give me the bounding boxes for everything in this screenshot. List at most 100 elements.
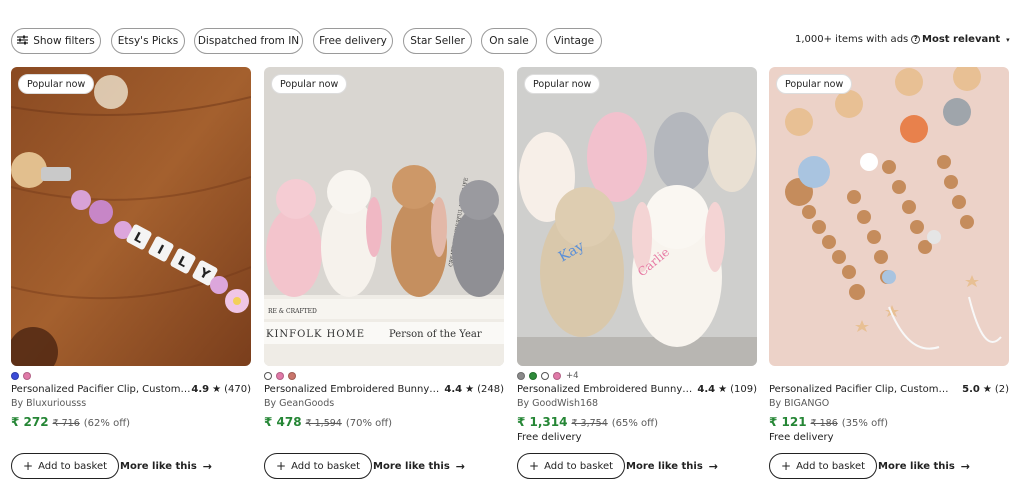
swatch[interactable] bbox=[517, 372, 525, 380]
add-to-basket-label: Add to basket bbox=[291, 460, 361, 472]
sale-price: ₹ 1,314 bbox=[517, 415, 568, 429]
product-card[interactable]: Popular now Personalized Pacifier Clip, … bbox=[769, 67, 1009, 487]
sale-price: ₹ 272 bbox=[11, 415, 49, 429]
arrow-right-icon: → bbox=[202, 460, 213, 473]
show-filters-button[interactable]: Show filters bbox=[11, 28, 101, 54]
chip-vintage[interactable]: Vintage bbox=[546, 28, 602, 54]
plus-icon: + bbox=[23, 459, 34, 473]
arrow-right-icon: → bbox=[960, 460, 971, 473]
book-spine-text: Person of the Year bbox=[389, 329, 482, 340]
product-card[interactable]: L I L Y Popular now Personalized Pacifie… bbox=[11, 67, 251, 487]
add-to-basket-button[interactable]: + Add to basket bbox=[11, 453, 120, 479]
product-image[interactable]: Kay Carlie Popular now bbox=[517, 67, 757, 366]
add-to-basket-button[interactable]: + Add to basket bbox=[264, 453, 373, 479]
more-like-this-link[interactable]: More like this → bbox=[878, 460, 970, 473]
chip-label: On sale bbox=[489, 35, 529, 47]
discount: (35% off) bbox=[841, 418, 888, 429]
plus-icon: + bbox=[781, 459, 792, 473]
chip-free-delivery[interactable]: Free delivery bbox=[313, 28, 393, 54]
info-icon[interactable]: ? bbox=[911, 35, 921, 44]
chip-on-sale[interactable]: On sale bbox=[481, 28, 537, 54]
more-like-this-link[interactable]: More like this → bbox=[626, 460, 718, 473]
rating-value: 4.9 bbox=[191, 384, 210, 395]
more-like-this-label: More like this bbox=[120, 461, 197, 472]
product-image[interactable]: L I L Y Popular now bbox=[11, 67, 251, 366]
more-like-this-link[interactable]: More like this → bbox=[373, 460, 465, 473]
price-row: ₹ 478 ₹ 1,594 (70% off) bbox=[264, 415, 392, 429]
swatch[interactable] bbox=[553, 372, 561, 380]
rating: 5.0 ★ (2) bbox=[962, 384, 1009, 395]
arrow-right-icon: → bbox=[455, 460, 466, 473]
review-count: (2) bbox=[994, 384, 1009, 395]
swatch[interactable] bbox=[288, 372, 296, 380]
discount: (65% off) bbox=[611, 418, 658, 429]
popular-badge: Popular now bbox=[776, 74, 853, 94]
chip-etsys-picks[interactable]: Etsy's Picks bbox=[111, 28, 185, 54]
chip-star-seller[interactable]: Star Seller bbox=[403, 28, 472, 54]
rating-value: 4.4 bbox=[444, 384, 463, 395]
rating: 4.9 ★ (470) bbox=[191, 384, 251, 395]
add-to-basket-label: Add to basket bbox=[38, 460, 108, 472]
chevron-down-icon: ▾ bbox=[1006, 35, 1010, 44]
book-spine-text: RE & CRAFTED bbox=[268, 308, 317, 315]
price-row: ₹ 272 ₹ 716 (62% off) bbox=[11, 415, 130, 429]
shop-name[interactable]: By Bluxuriousss bbox=[11, 398, 86, 409]
filter-sliders-icon bbox=[17, 35, 29, 48]
chip-label: Vintage bbox=[553, 35, 595, 47]
product-image[interactable]: RE & CRAFTED KINFOLK HOME Person of the … bbox=[264, 67, 504, 366]
review-count: (248) bbox=[477, 384, 504, 395]
product-title[interactable]: Personalized Embroidered Bunny… bbox=[517, 384, 697, 395]
product-card[interactable]: RE & CRAFTED KINFOLK HOME Person of the … bbox=[264, 67, 504, 487]
sort-label: Most relevant bbox=[922, 34, 1001, 45]
review-count: (470) bbox=[224, 384, 251, 395]
star-icon: ★ bbox=[212, 384, 222, 395]
plus-icon: + bbox=[529, 459, 540, 473]
chip-label: Dispatched from IN bbox=[197, 35, 300, 47]
swatch[interactable] bbox=[264, 372, 272, 380]
chip-dispatched-from-in[interactable]: Dispatched from IN bbox=[194, 28, 303, 54]
add-to-basket-button[interactable]: + Add to basket bbox=[769, 453, 878, 479]
price-row: ₹ 1,314 ₹ 3,754 (65% off) bbox=[517, 415, 658, 429]
swatch[interactable] bbox=[529, 372, 537, 380]
original-price: ₹ 716 bbox=[52, 418, 80, 429]
product-card[interactable]: Kay Carlie Popular now +4 Personalized E… bbox=[517, 67, 757, 487]
sale-price: ₹ 121 bbox=[769, 415, 807, 429]
product-image[interactable]: Popular now bbox=[769, 67, 1009, 366]
discount: (70% off) bbox=[345, 418, 393, 429]
original-price: ₹ 186 bbox=[810, 418, 838, 429]
swatch[interactable] bbox=[23, 372, 31, 380]
add-to-basket-button[interactable]: + Add to basket bbox=[517, 453, 626, 479]
rating-value: 5.0 bbox=[962, 384, 980, 395]
popular-badge: Popular now bbox=[18, 74, 95, 94]
sort-dropdown[interactable]: Most relevant ▾ bbox=[922, 34, 1010, 45]
star-icon: ★ bbox=[982, 384, 992, 395]
discount: (62% off) bbox=[83, 418, 130, 429]
original-price: ₹ 1,594 bbox=[305, 418, 342, 429]
product-title[interactable]: Personalized Pacifier Clip, Custom… bbox=[11, 384, 191, 395]
more-like-this-label: More like this bbox=[626, 461, 703, 472]
more-like-this-link[interactable]: More like this → bbox=[120, 460, 212, 473]
shop-name[interactable]: By BIGANGO bbox=[769, 398, 829, 409]
color-swatches bbox=[264, 371, 300, 381]
swatch[interactable] bbox=[541, 372, 549, 380]
book-spine-text: KINFOLK HOME bbox=[266, 329, 365, 340]
color-swatches bbox=[11, 371, 35, 381]
shop-name[interactable]: By GeanGoods bbox=[264, 398, 334, 409]
plus-icon: + bbox=[276, 459, 287, 473]
product-title[interactable]: Personalized Pacifier Clip, Custom… bbox=[769, 384, 949, 395]
swatch[interactable] bbox=[276, 372, 284, 380]
review-count: (109) bbox=[730, 384, 757, 395]
shop-name[interactable]: By GoodWish168 bbox=[517, 398, 598, 409]
sale-price: ₹ 478 bbox=[264, 415, 302, 429]
star-icon: ★ bbox=[718, 384, 728, 395]
product-title[interactable]: Personalized Embroidered Bunny… bbox=[264, 384, 444, 395]
add-to-basket-label: Add to basket bbox=[544, 460, 614, 472]
rating: 4.4 ★ (248) bbox=[444, 384, 504, 395]
chip-label: Star Seller bbox=[410, 35, 465, 47]
swatch[interactable] bbox=[11, 372, 19, 380]
rating-value: 4.4 bbox=[697, 384, 716, 395]
more-swatches-count[interactable]: +4 bbox=[566, 371, 579, 381]
free-delivery-label: Free delivery bbox=[517, 432, 582, 443]
more-like-this-label: More like this bbox=[373, 461, 450, 472]
rating: 4.4 ★ (109) bbox=[697, 384, 757, 395]
